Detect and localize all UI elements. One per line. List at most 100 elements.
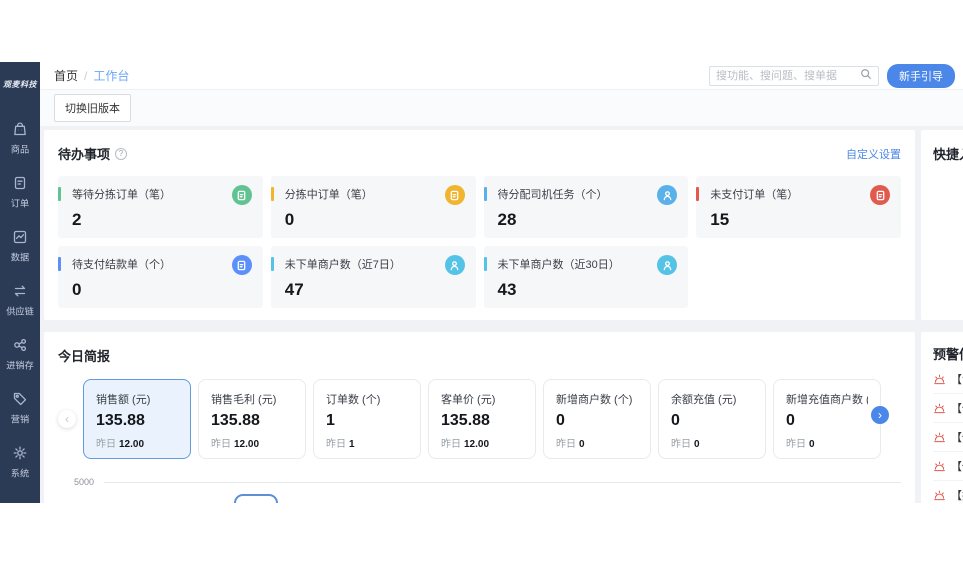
y-axis-tick: 5000 (74, 477, 95, 487)
content: 待办事项 ? 自定义设置 等待分拣订单（笔） 2 分拣中订单（笔） 0 待分配司… (40, 126, 963, 503)
todo-card-waiting-sorting[interactable]: 等待分拣订单（笔） 2 (58, 176, 263, 238)
gridline (104, 482, 901, 483)
todo-card-no-order-30d[interactable]: 未下单商户数（近30日） 43 (483, 246, 689, 308)
sidebar-item-supply-chain[interactable]: 供应链 (5, 281, 35, 318)
alert-title: 预警信息 (933, 347, 963, 362)
brief-card-recharge-merchants[interactable]: 新增充值商户数 (个) 0 昨日0 (773, 379, 881, 459)
card-accent-bar (483, 187, 487, 201)
merchant-icon (444, 255, 465, 275)
main-area: 首页 / 工作台 新手引导 切换旧版本 (40, 62, 963, 503)
todo-panel-head: 待办事项 ? 自定义设置 (58, 144, 901, 163)
card-accent-bar (483, 257, 487, 271)
sidebar-item-marketing[interactable]: 营销 (10, 389, 30, 426)
quick-entry-panel: 快捷入口 (921, 130, 963, 320)
brief-title: 今日简报 (58, 349, 111, 364)
brief-card-order-count[interactable]: 订单数 (个) 1 昨日 1 (313, 379, 421, 459)
brief-value: 0 (786, 412, 795, 429)
brief-value: 1 (326, 412, 335, 429)
search-box[interactable] (709, 65, 879, 86)
card-accent-bar (58, 187, 61, 201)
switch-old-version-button[interactable]: 切换旧版本 (54, 94, 131, 122)
card-accent-bar (270, 257, 274, 271)
brief-value: 135.88 (441, 412, 490, 429)
todo-card-no-order-7d[interactable]: 未下单商户数（近7日） 47 (270, 246, 476, 308)
brief-card-balance-recharge[interactable]: 余额充值 (元) 0 昨日 0 (658, 379, 766, 459)
todo-card-driver-tasks[interactable]: 待分配司机任务（个） 28 (483, 176, 689, 238)
sidebar-item-goods[interactable]: 商品 (10, 119, 30, 156)
marketing-icon (10, 389, 30, 409)
todo-panel: 待办事项 ? 自定义设置 等待分拣订单（笔） 2 分拣中订单（笔） 0 待分配司… (44, 130, 915, 320)
todo-grid: 等待分拣订单（笔） 2 分拣中订单（笔） 0 待分配司机任务（个） 28 未支付… (58, 176, 901, 308)
brief-value: 0 (671, 412, 680, 429)
todo-value: 15 (710, 210, 730, 229)
alarm-icon (933, 402, 946, 415)
todo-card-sorting-in-progress[interactable]: 分拣中订单（笔） 0 (270, 176, 476, 238)
breadcrumb: 首页 / 工作台 (54, 67, 129, 84)
order-icon (10, 173, 30, 193)
todo-value: 28 (497, 210, 517, 229)
alert-list: 【订单 【保质 【保质 (933, 365, 963, 503)
data-icon (10, 227, 30, 247)
alert-item[interactable]: 【订单 (933, 365, 963, 394)
brief-value: 135.88 (211, 412, 260, 429)
brief-value: 0 (556, 412, 565, 429)
todo-title: 待办事项 (58, 147, 111, 162)
brief-card-sales[interactable]: 销售额 (元) 135.88 昨日 12.00 (83, 379, 191, 459)
document-icon (870, 185, 890, 205)
daily-brief-panel: 今日简报 ‹ 销售额 (元) 135.88 昨日12.00 销售毛利 (元) (44, 332, 915, 503)
toolbar: 切换旧版本 (40, 90, 963, 126)
carousel-right-icon[interactable]: › (871, 406, 889, 424)
search-input[interactable] (716, 69, 860, 82)
inventory-icon (10, 335, 30, 355)
search-icon[interactable] (860, 67, 872, 85)
sidebar-item-system[interactable]: 系统 (10, 443, 30, 480)
document-icon (444, 185, 465, 205)
sidebar-item-inventory[interactable]: 进销存 (5, 335, 35, 372)
alarm-icon (933, 460, 946, 473)
document-icon (231, 185, 252, 205)
help-icon[interactable]: ? (115, 147, 128, 160)
todo-value: 47 (284, 280, 304, 299)
custom-settings-link[interactable]: 自定义设置 (846, 146, 901, 162)
alert-item[interactable]: 【报价 (933, 481, 963, 503)
alert-item[interactable]: 【保质 (933, 452, 963, 481)
breadcrumb-separator: / (84, 68, 88, 83)
page: 观麦科技 商品 订单 数据 供应链 进销存 营销 系统 首页 / 工作台 搜功能… (0, 0, 963, 564)
todo-card-unpaid-orders[interactable]: 未支付订单（笔） 15 (696, 176, 901, 238)
sidebar-item-data[interactable]: 数据 (10, 227, 30, 264)
alert-item[interactable]: 【保质 (933, 423, 963, 452)
todo-value: 0 (284, 210, 295, 229)
app-logo: 观麦科技 (3, 79, 37, 89)
app-window: 观麦科技 商品 订单 数据 供应链 进销存 营销 系统 首页 / 工作台 搜功能… (0, 62, 963, 503)
alarm-icon (933, 373, 946, 386)
brief-card-new-merchants[interactable]: 新增商户数 (个) 0 昨日 0 (543, 379, 651, 459)
alert-item[interactable]: 【保质 (933, 394, 963, 423)
breadcrumb-workbench[interactable]: 工作台 (93, 67, 129, 84)
brief-card-avg-order[interactable]: 客单价 (元) 135.88 昨日 12.00 (428, 379, 536, 459)
todo-value: 2 (72, 210, 82, 229)
driver-icon (657, 185, 678, 205)
alarm-icon (933, 489, 946, 502)
right-column: 快捷入口 预警信息 【订单 (921, 130, 963, 503)
chart-tab-partial[interactable] (234, 494, 278, 503)
alert-panel: 预警信息 【订单 【保质 (921, 332, 963, 503)
system-icon (10, 443, 30, 463)
todo-card-pending-settlement[interactable]: 待支付结款单（个） 0 (58, 246, 263, 308)
brief-chart: 5000 (58, 477, 901, 503)
document-icon (231, 255, 252, 275)
top-header: 首页 / 工作台 新手引导 (40, 62, 963, 90)
card-accent-bar (270, 187, 274, 201)
carousel-left-icon[interactable]: ‹ (58, 410, 76, 428)
todo-value: 43 (497, 280, 517, 299)
card-accent-bar (58, 257, 61, 271)
left-column: 待办事项 ? 自定义设置 等待分拣订单（笔） 2 分拣中订单（笔） 0 待分配司… (44, 130, 915, 503)
sidebar-item-orders[interactable]: 订单 (10, 173, 30, 210)
quick-entry-title: 快捷入口 (933, 147, 963, 162)
card-accent-bar (696, 187, 700, 201)
brief-card-gross-profit[interactable]: 销售毛利 (元) 135.88 昨日 12.00 (198, 379, 306, 459)
brief-value: 135.88 (96, 412, 145, 429)
header-right: 新手引导 (709, 63, 955, 88)
breadcrumb-home[interactable]: 首页 (54, 67, 78, 84)
goods-icon (10, 119, 30, 139)
beginner-guide-button[interactable]: 新手引导 (887, 63, 955, 88)
